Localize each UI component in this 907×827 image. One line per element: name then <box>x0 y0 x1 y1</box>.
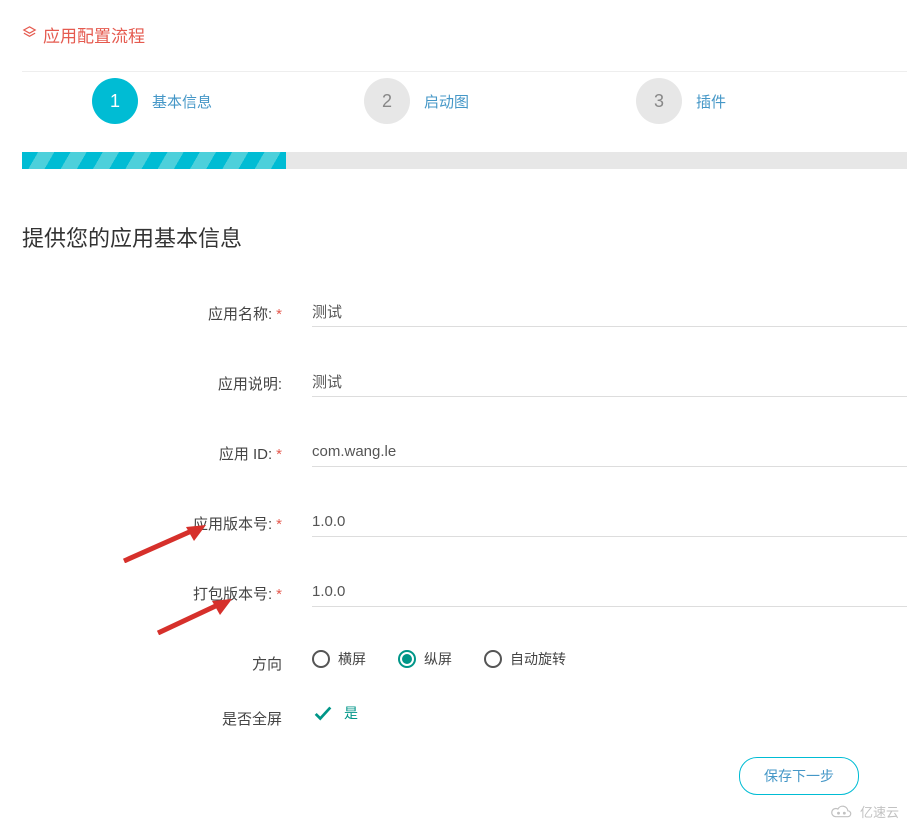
watermark: 亿速云 <box>828 802 899 821</box>
watermark-text: 亿速云 <box>860 802 899 821</box>
input-app-version[interactable] <box>312 507 907 537</box>
orientation-radio-group: 横屏 纵屏 自动旋转 <box>312 647 907 669</box>
radio-portrait[interactable]: 纵屏 <box>398 649 452 669</box>
radio-circle-icon <box>484 650 502 668</box>
step-number: 3 <box>636 78 682 124</box>
label-app-id: 应用 ID:* <box>22 437 290 464</box>
section-title-row: 应用配置流程 <box>22 22 907 47</box>
step-number: 2 <box>364 78 410 124</box>
cloud-icon <box>828 803 856 821</box>
row-app-id: 应用 ID:* <box>22 437 907 467</box>
radio-landscape[interactable]: 横屏 <box>312 649 366 669</box>
label-fullscreen: 是否全屏 <box>22 702 290 729</box>
label-orientation: 方向 <box>22 647 290 674</box>
step-number: 1 <box>92 78 138 124</box>
radio-label: 横屏 <box>338 649 366 669</box>
check-icon <box>312 702 334 724</box>
row-app-name: 应用名称:* <box>22 297 907 327</box>
row-fullscreen: 是否全屏 是 <box>22 702 907 729</box>
row-pack-version: 打包版本号:* <box>22 577 907 607</box>
input-app-id[interactable] <box>312 437 907 467</box>
input-app-desc[interactable] <box>312 367 907 397</box>
page-subtitle: 提供您的应用基本信息 <box>22 221 907 253</box>
step-basic-info[interactable]: 1 基本信息 <box>92 78 364 124</box>
step-row: 1 基本信息 2 启动图 3 插件 <box>22 71 907 152</box>
radio-circle-icon <box>398 650 416 668</box>
input-pack-version[interactable] <box>312 577 907 607</box>
step-label: 启动图 <box>424 91 469 112</box>
save-row: 保存下一步 <box>22 757 907 795</box>
step-plugin[interactable]: 3 插件 <box>636 78 907 124</box>
step-label: 插件 <box>696 91 726 112</box>
save-button[interactable]: 保存下一步 <box>739 757 859 795</box>
required-mark: * <box>276 446 282 463</box>
radio-circle-icon <box>312 650 330 668</box>
progress-bar <box>22 152 907 169</box>
label-app-name: 应用名称:* <box>22 297 290 324</box>
check-label: 是 <box>344 703 358 723</box>
row-app-version: 应用版本号:* <box>22 507 907 537</box>
required-mark: * <box>276 306 282 323</box>
label-pack-version: 打包版本号:* <box>22 577 290 604</box>
radio-auto[interactable]: 自动旋转 <box>484 649 566 669</box>
section-title: 应用配置流程 <box>43 22 145 47</box>
layers-icon <box>22 25 37 45</box>
row-app-desc: 应用说明: <box>22 367 907 397</box>
radio-label: 自动旋转 <box>510 649 566 669</box>
radio-label: 纵屏 <box>424 649 452 669</box>
required-mark: * <box>276 586 282 603</box>
label-app-desc: 应用说明: <box>22 367 290 394</box>
label-app-version: 应用版本号:* <box>22 507 290 534</box>
row-orientation: 方向 横屏 纵屏 自动旋转 <box>22 647 907 674</box>
fullscreen-check[interactable]: 是 <box>312 702 907 724</box>
input-app-name[interactable] <box>312 297 907 327</box>
required-mark: * <box>276 516 282 533</box>
step-label: 基本信息 <box>152 91 212 112</box>
progress-segment-active <box>22 152 286 169</box>
step-splash[interactable]: 2 启动图 <box>364 78 636 124</box>
